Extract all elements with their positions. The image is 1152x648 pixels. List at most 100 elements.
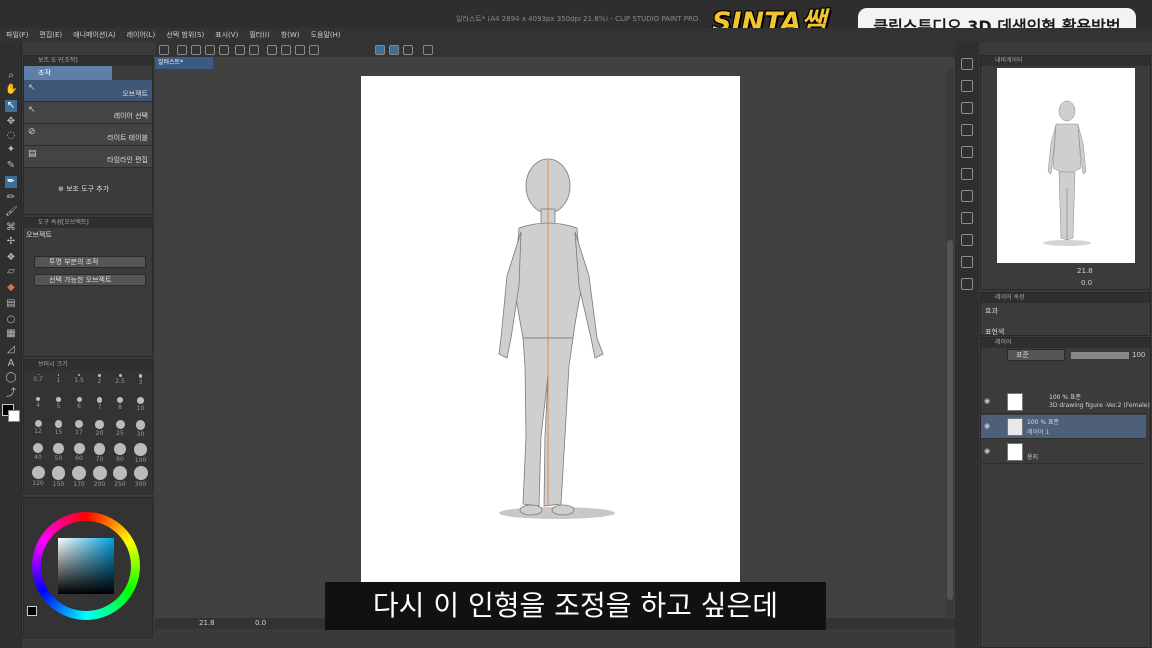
gradient-icon[interactable]: ▤	[5, 298, 17, 310]
undo-icon[interactable]	[235, 45, 245, 55]
clear-icon[interactable]	[281, 45, 291, 55]
document-tab[interactable]: 일러스트*	[155, 57, 213, 69]
menu-edit[interactable]: 편집(E)	[39, 30, 62, 40]
brush-size-preset[interactable]: 200	[90, 466, 110, 488]
visibility-eye-icon[interactable]: ◉	[984, 422, 990, 430]
transparent-operation-dropdown[interactable]: 투명 부분의 조작	[34, 256, 146, 268]
brush-size-preset[interactable]: 20	[90, 420, 110, 437]
brush-size-preset[interactable]: 6	[69, 397, 89, 414]
brush-size-preset[interactable]: 250	[110, 466, 130, 488]
brush-size-preset[interactable]: 300	[131, 466, 151, 488]
search-icon[interactable]	[961, 58, 973, 70]
opacity-slider[interactable]	[1071, 352, 1129, 359]
panel-icon[interactable]	[961, 212, 973, 224]
operation-tool-icon[interactable]: ↖	[5, 100, 17, 112]
navigator-angle-value[interactable]: 0.0	[1081, 279, 1092, 287]
snap-grid-icon[interactable]	[403, 45, 413, 55]
pen-tool-icon[interactable]: ✒	[5, 176, 17, 188]
eyedropper-icon[interactable]: ✎	[5, 160, 17, 172]
brush-size-preset[interactable]: 2.5	[110, 374, 130, 391]
canvas-zoom-value[interactable]: 21.8	[199, 619, 215, 627]
navigator-preview[interactable]	[997, 68, 1135, 263]
decoration-icon[interactable]: ✢	[5, 236, 17, 248]
layer-1[interactable]: ◉ 100 % 표준 레이어 1	[981, 415, 1146, 439]
canvas-rotation-value[interactable]: 0.0	[255, 619, 266, 627]
new-file-icon[interactable]	[177, 45, 187, 55]
brush-size-preset[interactable]: 1.5	[69, 374, 89, 391]
panel-icon[interactable]	[961, 124, 973, 136]
subtool-item-light-table[interactable]: ⊘ 라이트 테이블	[24, 124, 152, 146]
brush-size-preset[interactable]: 1	[49, 374, 69, 391]
add-subtool-button[interactable]: ⊕ 보조 도구 추가	[58, 184, 109, 194]
subtool-group-tab[interactable]: 조작	[24, 66, 112, 80]
brush-size-preset[interactable]: 17	[69, 420, 89, 437]
menu-filter[interactable]: 필터(I)	[249, 30, 269, 40]
panel-icon[interactable]	[961, 256, 973, 268]
airbrush-icon[interactable]: ⌘	[5, 222, 17, 234]
brush-size-preset[interactable]: 100	[131, 443, 151, 464]
panel-icon[interactable]	[961, 234, 973, 246]
sub-color-swatch[interactable]	[8, 410, 20, 422]
layer-paper[interactable]: ◉ 용지	[981, 440, 1146, 464]
brush-size-preset[interactable]: 50	[49, 443, 69, 462]
lasso-icon[interactable]: ◌	[5, 130, 17, 142]
print-icon[interactable]	[219, 45, 229, 55]
brush-size-preset[interactable]: 170	[69, 466, 89, 488]
redo-icon[interactable]	[249, 45, 259, 55]
menu-help[interactable]: 도움말(H)	[311, 30, 341, 40]
brush-size-preset[interactable]: 10	[131, 397, 151, 414]
opacity-value[interactable]: 100	[1132, 351, 1145, 359]
eraser-icon[interactable]: ▱	[5, 266, 17, 278]
brush-size-preset[interactable]: 0.7	[28, 374, 48, 391]
brush-size-preset[interactable]: 120	[28, 466, 48, 487]
brush-size-preset[interactable]: 60	[69, 443, 89, 462]
fill-icon[interactable]	[295, 45, 305, 55]
material-icon[interactable]	[961, 80, 973, 92]
saturation-value-square[interactable]	[58, 538, 114, 594]
brush-size-preset[interactable]: 25	[110, 420, 130, 437]
pencil-icon[interactable]: ✏	[5, 192, 17, 204]
brush-size-preset[interactable]: 3	[131, 374, 151, 391]
brush-size-preset[interactable]: 5	[49, 397, 69, 414]
menu-layer[interactable]: 레이어(L)	[127, 30, 156, 40]
brush-size-preset[interactable]: 80	[110, 443, 130, 463]
brush-size-preset[interactable]: 12	[28, 420, 48, 437]
panel-icon[interactable]	[961, 168, 973, 180]
settings-icon[interactable]	[423, 45, 433, 55]
home-icon[interactable]	[159, 45, 169, 55]
color-main-swatch[interactable]	[27, 606, 37, 616]
subtool-item-layer-select[interactable]: ↖ 레이어 선택	[24, 102, 152, 124]
brush-icon[interactable]: 🖌	[5, 206, 18, 218]
hand-icon[interactable]: ✋	[5, 84, 17, 96]
brush-size-preset[interactable]: 15	[49, 420, 69, 437]
menu-selection[interactable]: 선택 범위(S)	[166, 30, 204, 40]
menu-animation[interactable]: 애니메이션(A)	[73, 30, 115, 40]
vertical-scroll-thumb[interactable]	[947, 240, 953, 600]
frame-icon[interactable]: ▦	[5, 328, 17, 340]
menu-window[interactable]: 창(W)	[281, 30, 300, 40]
subtool-item-object[interactable]: ↖ 오브젝트	[24, 80, 152, 102]
selectable-object-dropdown[interactable]: 선택 가능한 오브젝트	[34, 274, 146, 286]
brush-size-preset[interactable]: 2	[90, 374, 110, 391]
brush-size-preset[interactable]: 40	[28, 443, 48, 461]
navigator-zoom-value[interactable]: 21.8	[1077, 267, 1093, 275]
snap-special-ruler-icon[interactable]	[389, 45, 399, 55]
visibility-eye-icon[interactable]: ◉	[984, 397, 990, 405]
fill-bucket-icon[interactable]: ◆	[5, 282, 17, 294]
blend-icon[interactable]: ❖	[5, 252, 17, 264]
zoom-icon[interactable]: ⌕	[5, 70, 17, 82]
menu-view[interactable]: 표시(V)	[215, 30, 238, 40]
layer-3d-figure[interactable]: ◉ 100 % 표준 3D drawing figure -Ver.2 (Fem…	[981, 390, 1150, 414]
brush-size-preset[interactable]: 30	[131, 420, 151, 438]
close-panel-icon[interactable]	[961, 102, 973, 114]
brush-size-preset[interactable]: 150	[49, 466, 69, 488]
loading-icon[interactable]	[267, 45, 277, 55]
panel-icon[interactable]	[961, 146, 973, 158]
snap-ruler-icon[interactable]	[375, 45, 385, 55]
3d-drawing-figure[interactable]	[361, 76, 740, 628]
transform-icon[interactable]	[309, 45, 319, 55]
balloon-icon[interactable]: ◯	[5, 372, 17, 384]
brush-size-preset[interactable]: 70	[90, 443, 110, 463]
brush-size-preset[interactable]: 4	[28, 397, 48, 414]
text-icon[interactable]: A	[5, 358, 17, 370]
